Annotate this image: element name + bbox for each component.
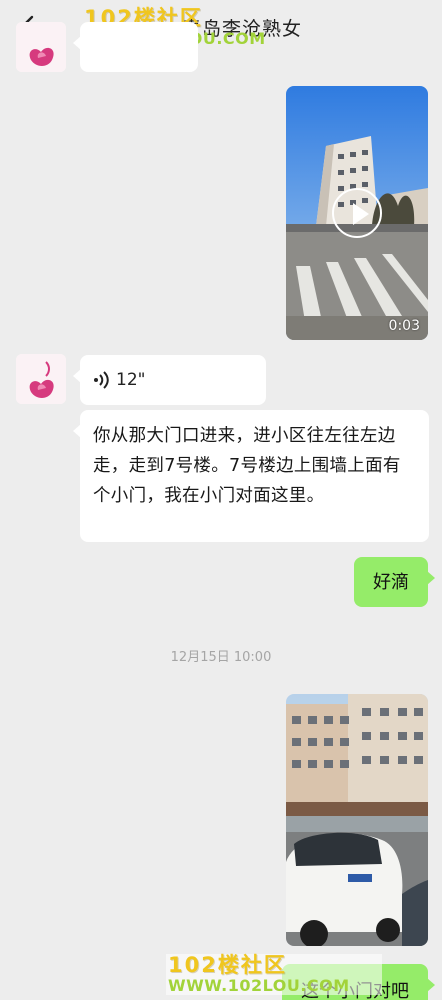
video-message[interactable]: 0:03 [286, 86, 428, 340]
chat-header: 青岛李沧熟女 102楼社区 WWW.102LOU.COM [0, 0, 442, 56]
message-text: 好滴 [373, 572, 409, 593]
message-bubble-partial[interactable] [73, 22, 198, 72]
video-message[interactable] [286, 694, 428, 946]
video-duration: 0:03 [388, 318, 420, 334]
play-button-icon[interactable] [332, 188, 382, 238]
voice-wave-icon [92, 370, 110, 394]
watermark-url: WWW.102LOU.COM [168, 976, 350, 995]
text-message-bubble[interactable]: 你从那大门口进来，进小区往左往左边走，走到7号楼。7号楼边上围墙上面有个小门，我… [73, 410, 429, 542]
message-text: 你从那大门口进来，进小区往左往左边走，走到7号楼。7号楼边上围墙上面有个小门，我… [93, 426, 401, 506]
timestamp: 12月15日 10:00 [170, 650, 272, 665]
contact-avatar[interactable] [16, 354, 66, 404]
voice-message-bubble[interactable]: 12" [73, 355, 266, 405]
voice-duration: 12" [116, 370, 146, 390]
watermark-bottom: 102楼社区 WWW.102LOU.COM [166, 954, 382, 995]
reply-message-bubble[interactable]: 好滴 [354, 557, 435, 607]
video-thumbnail [286, 694, 428, 946]
contact-avatar[interactable] [16, 22, 66, 72]
watermark-brand: 102楼社区 [168, 953, 287, 977]
